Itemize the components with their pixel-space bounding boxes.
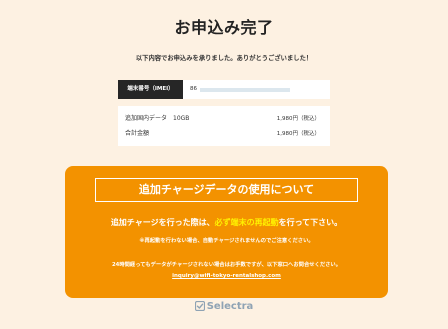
summary-item-label: 追加国内データ 10GB	[125, 115, 190, 122]
notice-sub-text: ※再起動を行わない場合、自動チャージされませんのでご注意ください。	[139, 238, 314, 244]
imei-row: 端末番号（IMEI） 86	[118, 80, 330, 99]
brand-name: Selectra	[206, 301, 254, 312]
total-label: 合計金額	[125, 130, 150, 137]
imei-redacted-bar	[200, 88, 290, 92]
notice-main-text: 追加チャージを行った際は、必ず端末の再起動を行って下さい。	[65, 217, 388, 228]
summary-row: 追加国内データ 10GB 1,980円（税込）	[125, 114, 320, 124]
charge-notice-box: 追加チャージデータの使用について 追加チャージを行った際は、必ず端末の再起動を行…	[65, 166, 388, 298]
order-complete-page: お申込み完了 以下内容でお申込みを承りました。ありがとうございました！ 端末番号…	[0, 0, 448, 329]
imei-value: 86	[190, 86, 197, 92]
page-subtitle: 以下内容でお申込みを承りました。ありがとうございました！	[135, 55, 313, 62]
summary-item-price: 1,980円（税込）	[276, 116, 320, 122]
selectra-check-icon	[194, 301, 205, 311]
brand-footer: Selectra	[0, 300, 448, 314]
summary-row: 合計金額 1,980円（税込）	[125, 129, 320, 139]
page-title: お申込み完了	[174, 18, 274, 37]
imei-label: 端末番号（IMEI）	[118, 80, 183, 99]
notice-main-emphasis: 必ず端末の再起動	[214, 218, 279, 227]
order-summary: 追加国内データ 10GB 1,980円（税込） 合計金額 1,980円（税込）	[118, 106, 330, 146]
notice-contact-text: 24時間経ってもデータがチャージされない場合はお手数ですが、以下窓口へお問合せく…	[111, 262, 342, 268]
notice-main-suffix: を行って下さい。	[278, 218, 343, 227]
contact-email-link[interactable]: inquiry@wifi-tokyo-rentalshop.com	[172, 273, 281, 279]
notice-title: 追加チャージデータの使用について	[95, 178, 358, 202]
contact-email: inquiry@wifi-tokyo-rentalshop.com	[65, 273, 388, 279]
notice-main-prefix: 追加チャージを行った際は、	[110, 218, 215, 227]
total-price: 1,980円（税込）	[276, 131, 320, 137]
